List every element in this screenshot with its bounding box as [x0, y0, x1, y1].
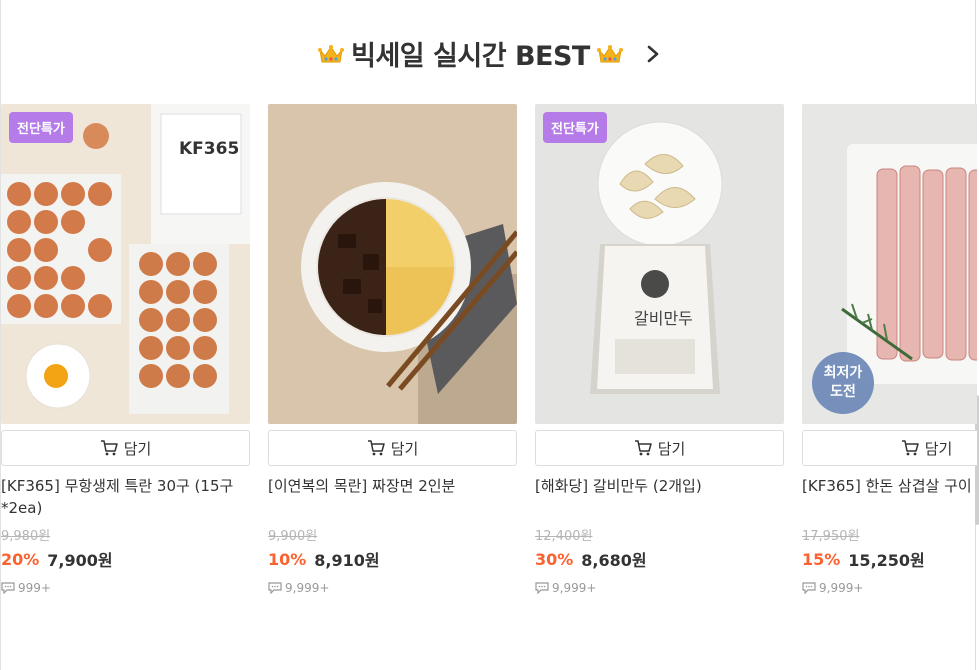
review-count: 9,999+ [268, 581, 517, 595]
lowest-badge-line1: 최저가 [823, 365, 863, 381]
crown-icon [596, 44, 623, 62]
review-bubble-icon [535, 582, 549, 594]
product-card[interactable]: KF365 전단특가 담기 [KF365] 무항생제 특란 30구 (15구*2… [1, 104, 250, 595]
original-price: 9,900원 [268, 529, 318, 544]
product-image-pork-belly[interactable]: 최저가 도전 [802, 104, 977, 424]
svg-text:갈비만두: 갈비만두 [634, 309, 693, 328]
add-to-cart-button[interactable]: 담기 [535, 430, 784, 466]
section-header: 빅세일 실시간 BEST [0, 34, 979, 73]
product-card[interactable]: 최저가 도전 담기 [KF365] 한돈 삼겹살 구이 (냉장) 17,950원… [802, 104, 977, 595]
svg-text:KF365: KF365 [179, 139, 239, 159]
review-count: 999+ [1, 581, 250, 595]
chevron-right-icon[interactable] [644, 44, 662, 64]
discount-rate: 20% [1, 549, 40, 569]
discount-rate: 30% [535, 549, 574, 569]
product-card[interactable]: 담기 [이연복의 목란] 짜장면 2인분 9,900원 10% 8,910원 9… [268, 104, 517, 595]
original-price: 12,400원 [535, 529, 593, 544]
product-image-dumpling[interactable]: 갈비만두 전단특가 [535, 104, 784, 424]
review-count-value: 9,999+ [285, 581, 330, 595]
review-count-value: 9,999+ [819, 581, 864, 595]
cart-label: 담기 [123, 439, 152, 458]
review-count: 9,999+ [535, 581, 784, 595]
sale-price: 15,250원 [848, 551, 925, 570]
product-name[interactable]: [이연복의 목란] 짜장면 2인분 [268, 475, 517, 519]
original-price: 17,950원 [802, 529, 860, 544]
lowest-price-badge: 최저가 도전 [812, 352, 874, 414]
cart-icon [100, 440, 118, 456]
sale-price: 8,910원 [314, 551, 380, 570]
product-card[interactable]: 갈비만두 전단특가 담기 [해화당] 갈비만두 (2개입) 12,400원 30… [535, 104, 784, 595]
review-bubble-icon [268, 582, 282, 594]
review-count: 9,999+ [802, 581, 977, 595]
product-name[interactable]: [KF365] 한돈 삼겹살 구이 (냉장) [802, 475, 977, 519]
sale-price: 8,680원 [581, 551, 647, 570]
lowest-badge-line2: 도전 [830, 384, 856, 400]
review-bubble-icon [802, 582, 816, 594]
flyer-special-badge: 전단특가 [543, 112, 607, 143]
review-bubble-icon [1, 582, 15, 594]
discount-rate: 15% [802, 549, 841, 569]
cart-label: 담기 [390, 439, 419, 458]
product-name[interactable]: [KF365] 무항생제 특란 30구 (15구*2ea) [1, 475, 250, 519]
product-image-jjajang[interactable] [268, 104, 517, 424]
flyer-special-badge: 전단특가 [9, 112, 73, 143]
cart-label: 담기 [657, 439, 686, 458]
cart-icon [901, 440, 919, 456]
review-count-value: 9,999+ [552, 581, 597, 595]
add-to-cart-button[interactable]: 담기 [268, 430, 517, 466]
section-title: 빅세일 실시간 BEST [351, 41, 590, 72]
cart-icon [367, 440, 385, 456]
add-to-cart-button[interactable]: 담기 [802, 430, 977, 466]
discount-rate: 10% [268, 549, 307, 569]
product-image-eggs[interactable]: KF365 전단특가 [1, 104, 250, 424]
cart-label: 담기 [924, 439, 953, 458]
add-to-cart-button[interactable]: 담기 [1, 430, 250, 466]
review-count-value: 999+ [18, 581, 51, 595]
original-price: 9,980원 [1, 529, 51, 544]
cart-icon [634, 440, 652, 456]
sale-price: 7,900원 [47, 551, 113, 570]
product-name[interactable]: [해화당] 갈비만두 (2개입) [535, 475, 784, 519]
crown-icon [318, 44, 345, 62]
